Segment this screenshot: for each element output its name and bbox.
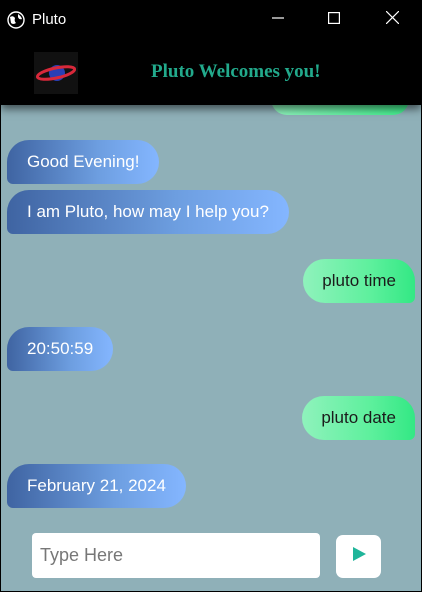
message-input[interactable] bbox=[32, 533, 320, 578]
user-message: pluto time bbox=[303, 259, 415, 303]
close-button[interactable] bbox=[369, 0, 415, 40]
message-text: Good Evening! bbox=[27, 152, 140, 171]
bot-message: February 21, 2024 bbox=[7, 464, 186, 508]
pluto-logo bbox=[34, 52, 78, 94]
page-title: Pluto Welcomes you! bbox=[151, 61, 321, 82]
message-text: pluto time bbox=[322, 271, 396, 290]
message-text: I am Pluto, how may I help you? bbox=[27, 202, 269, 221]
send-button[interactable] bbox=[336, 535, 381, 578]
message-text: February 21, 2024 bbox=[27, 476, 166, 495]
bot-message: I am Pluto, how may I help you? bbox=[7, 190, 289, 234]
title-bar: Pluto bbox=[0, 0, 422, 40]
message-text: 20:50:59 bbox=[27, 339, 94, 358]
user-message: pluto date bbox=[302, 396, 415, 440]
window-title: Pluto bbox=[32, 11, 67, 28]
app-header: Pluto Welcomes you! bbox=[1, 40, 421, 105]
bot-message: 20:50:59 bbox=[7, 327, 114, 371]
bot-message: Good Evening! bbox=[7, 140, 160, 184]
send-icon bbox=[351, 546, 367, 567]
previous-user-bubble bbox=[271, 105, 409, 115]
close-icon bbox=[385, 10, 399, 29]
minimize-button[interactable] bbox=[255, 0, 301, 40]
maximize-icon bbox=[328, 11, 341, 29]
chat-area[interactable]: Good Evening! I am Pluto, how may I help… bbox=[1, 105, 421, 591]
minimize-icon bbox=[272, 11, 284, 29]
globe-icon bbox=[7, 11, 25, 29]
message-text: pluto date bbox=[321, 408, 396, 427]
maximize-button[interactable] bbox=[311, 0, 357, 40]
